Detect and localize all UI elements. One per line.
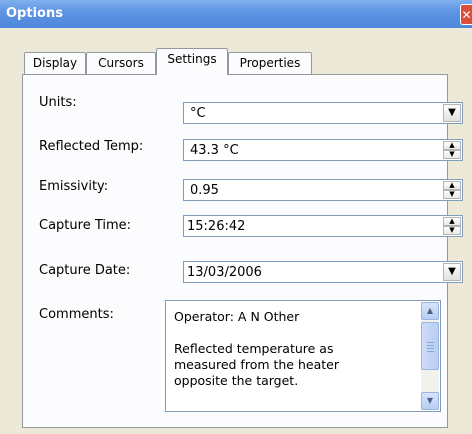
emissivity-spinner[interactable]: ▲ ▼: [443, 181, 461, 199]
tab-cursors[interactable]: Cursors: [86, 52, 156, 74]
reflected-temp-value: 43.3 °C: [190, 143, 239, 158]
capture-date-select[interactable]: 13/03/2006 ▼: [183, 261, 463, 283]
units-label: Units:: [39, 95, 77, 110]
spin-down-icon[interactable]: ▼: [443, 150, 461, 159]
window-title: Options: [6, 6, 63, 21]
units-select[interactable]: °C ▼: [183, 102, 463, 124]
spin-down-icon[interactable]: ▼: [443, 190, 461, 199]
reflected-temp-spinner[interactable]: ▲ ▼: [443, 141, 461, 159]
title-bar: Options ✕: [0, 0, 472, 28]
reflected-temp-field[interactable]: 43.3 °C ▲ ▼: [183, 139, 463, 161]
scroll-up-icon[interactable]: ▲: [421, 302, 439, 320]
emissivity-value: 0.95: [190, 183, 219, 198]
scrollbar-thumb[interactable]: [421, 322, 439, 370]
comments-text: Operator: A N Other Reflected temperatur…: [174, 309, 339, 388]
units-value: °C: [190, 106, 206, 121]
scroll-down-icon[interactable]: ▼: [421, 392, 439, 410]
emissivity-label: Emissivity:: [39, 179, 109, 194]
chevron-down-icon[interactable]: ▼: [443, 104, 461, 122]
capture-date-label: Capture Date:: [39, 263, 131, 278]
comments-label: Comments:: [39, 307, 114, 322]
tab-properties[interactable]: Properties: [228, 52, 312, 74]
spin-up-icon[interactable]: ▲: [443, 181, 461, 190]
capture-time-spinner[interactable]: ▲ ▼: [443, 217, 461, 235]
capture-date-value: 13/03/2006: [187, 265, 262, 280]
tab-settings[interactable]: Settings: [156, 48, 228, 75]
spin-up-icon[interactable]: ▲: [443, 141, 461, 150]
capture-time-field[interactable]: 15:26:42 ▲ ▼: [183, 215, 463, 237]
capture-time-label: Capture Time:: [39, 218, 132, 233]
chevron-down-icon[interactable]: ▼: [443, 263, 461, 281]
emissivity-field[interactable]: 0.95 ▲ ▼: [183, 179, 463, 201]
comments-scrollbar[interactable]: ▲ ▼: [421, 302, 439, 410]
reflected-temp-label: Reflected Temp:: [39, 139, 144, 154]
tab-display[interactable]: Display: [24, 52, 86, 74]
spin-down-icon[interactable]: ▼: [443, 226, 461, 235]
close-icon[interactable]: ✕: [460, 4, 472, 25]
capture-time-value: 15:26:42: [187, 219, 246, 234]
spin-up-icon[interactable]: ▲: [443, 217, 461, 226]
comments-textarea[interactable]: Operator: A N Other Reflected temperatur…: [165, 300, 441, 412]
